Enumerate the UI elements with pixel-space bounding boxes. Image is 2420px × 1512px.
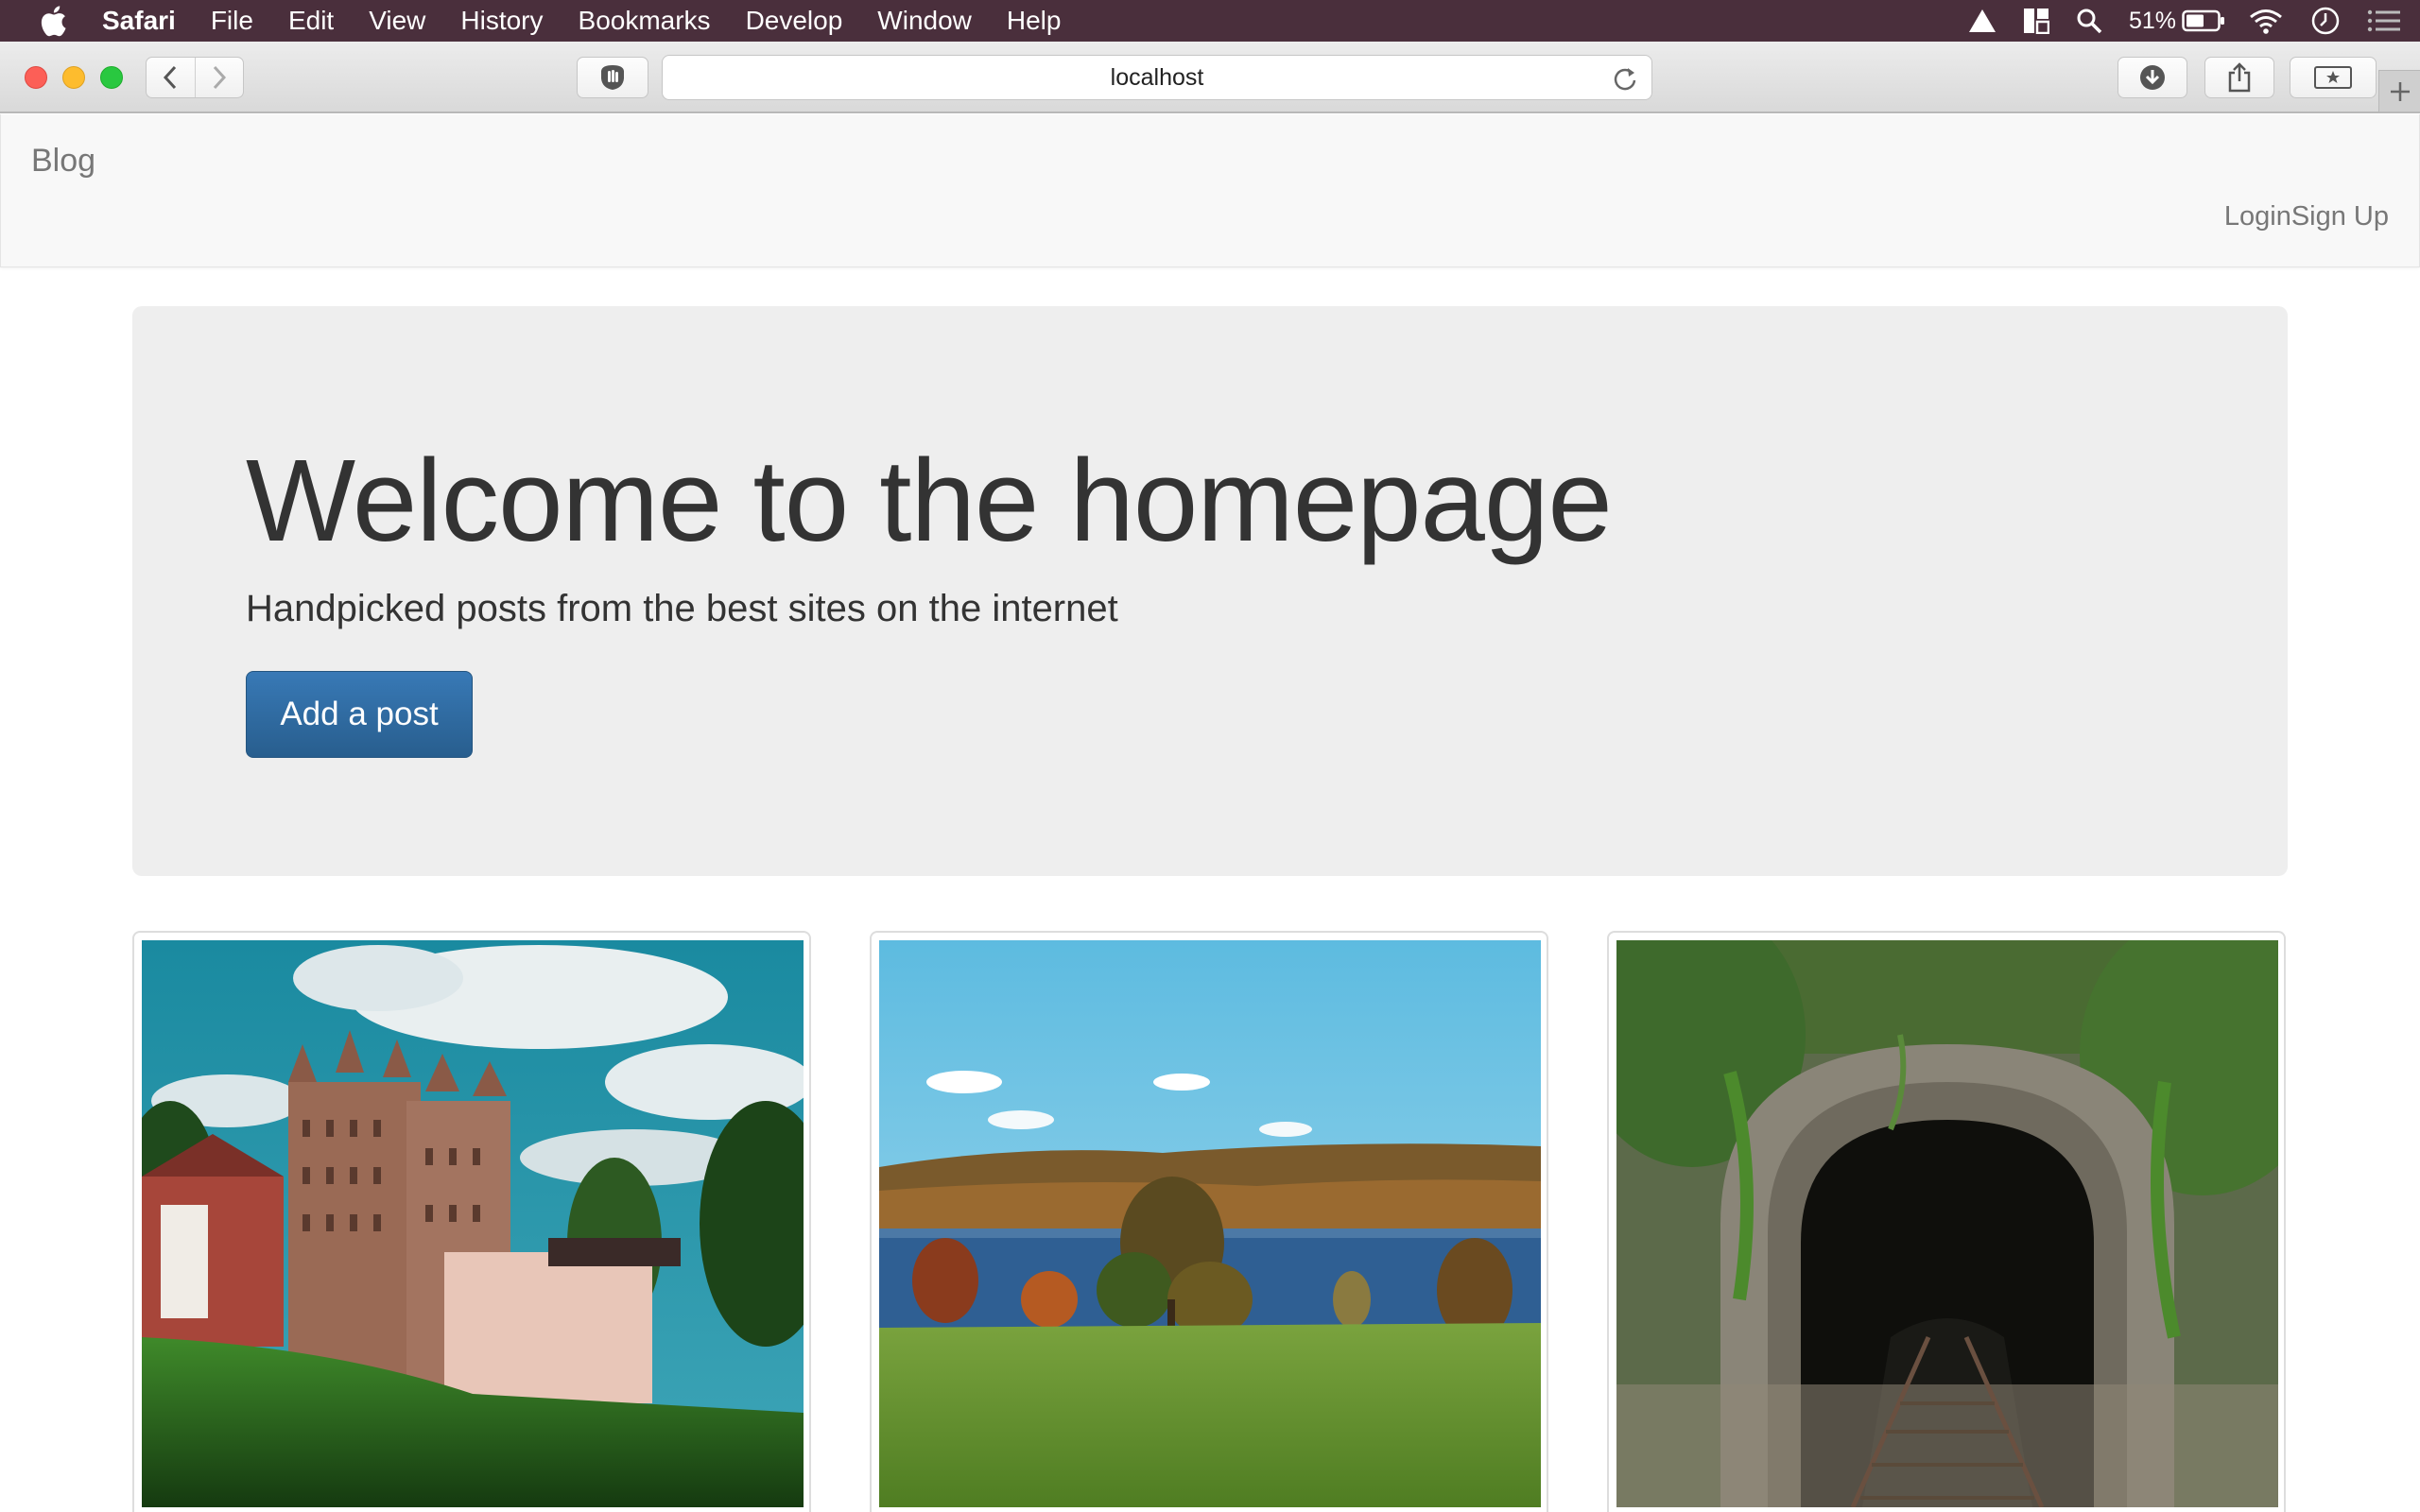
menu-history[interactable]: History — [460, 0, 543, 42]
new-tab-button[interactable] — [2378, 70, 2420, 112]
share-icon — [2228, 62, 2251, 93]
battery-status[interactable]: 51% — [2129, 0, 2225, 42]
clock-icon[interactable] — [2310, 0, 2341, 42]
address-text: localhost — [1110, 63, 1204, 91]
privacy-extension-button[interactable] — [577, 57, 648, 98]
menu-develop[interactable]: Develop — [746, 0, 843, 42]
address-bar[interactable]: localhost — [662, 55, 1652, 100]
minimize-window-button[interactable] — [62, 66, 85, 89]
site-navbar: Blog Login Sign Up — [0, 114, 2420, 267]
menu-help[interactable]: Help — [1007, 0, 1062, 42]
forward-button[interactable] — [194, 58, 243, 97]
brand-link[interactable]: Blog — [31, 143, 95, 180]
drive-icon[interactable] — [1968, 0, 1996, 42]
hero-title: Welcome to the homepage — [246, 437, 1613, 566]
menu-edit[interactable]: Edit — [288, 0, 334, 42]
chevron-left-icon — [164, 65, 177, 90]
apple-menu-icon[interactable] — [36, 4, 70, 38]
menu-window[interactable]: Window — [877, 0, 972, 42]
star-icon — [2314, 66, 2352, 89]
hero-jumbotron: Welcome to the homepage Handpicked posts… — [132, 306, 2288, 876]
bookmarks-button[interactable] — [2290, 57, 2377, 98]
downloads-button[interactable] — [2118, 57, 2187, 98]
zoom-window-button[interactable] — [100, 66, 123, 89]
plus-icon — [2390, 81, 2410, 101]
chevron-right-icon — [213, 65, 227, 90]
castle-photo — [142, 940, 804, 1507]
share-button[interactable] — [2204, 57, 2274, 98]
browser-toolbar: localhost — [0, 42, 2420, 113]
menu-bar: Safari File Edit View History Bookmarks … — [0, 0, 2420, 42]
wifi-icon[interactable] — [2248, 0, 2284, 42]
lake-photo — [879, 940, 1541, 1507]
tunnel-photo — [1616, 940, 2278, 1507]
window-manager-icon[interactable] — [2023, 0, 2049, 42]
status-area: 51% — [1968, 0, 2420, 42]
notification-center-icon[interactable] — [2367, 0, 2401, 42]
battery-percent: 51% — [2128, 7, 2176, 34]
add-post-button[interactable]: Add a post — [246, 671, 473, 758]
back-forward-group — [146, 57, 244, 98]
post-thumbnail-castle[interactable] — [132, 931, 811, 1512]
post-thumbnail-tunnel[interactable] — [1607, 931, 2286, 1512]
search-icon[interactable] — [2076, 0, 2102, 42]
download-icon — [2140, 65, 2165, 90]
reload-icon[interactable] — [1612, 65, 1638, 92]
post-thumbnail-lake[interactable] — [870, 931, 1548, 1512]
hand-shield-icon — [601, 65, 624, 90]
menu-bookmarks[interactable]: Bookmarks — [579, 0, 711, 42]
battery-icon — [2182, 9, 2224, 32]
hero-lead: Handpicked posts from the best sites on … — [246, 588, 1118, 629]
login-link[interactable]: Login — [2224, 201, 2291, 232]
signup-link[interactable]: Sign Up — [2291, 201, 2389, 232]
menu-view[interactable]: View — [369, 0, 425, 42]
menu-app-safari[interactable]: Safari — [102, 0, 176, 42]
web-page: Blog Login Sign Up Welcome to the homepa… — [0, 114, 2420, 1512]
nav-links: Login Sign Up — [2224, 201, 2389, 232]
close-window-button[interactable] — [25, 66, 47, 89]
back-button[interactable] — [147, 58, 195, 97]
menu-file[interactable]: File — [211, 0, 253, 42]
